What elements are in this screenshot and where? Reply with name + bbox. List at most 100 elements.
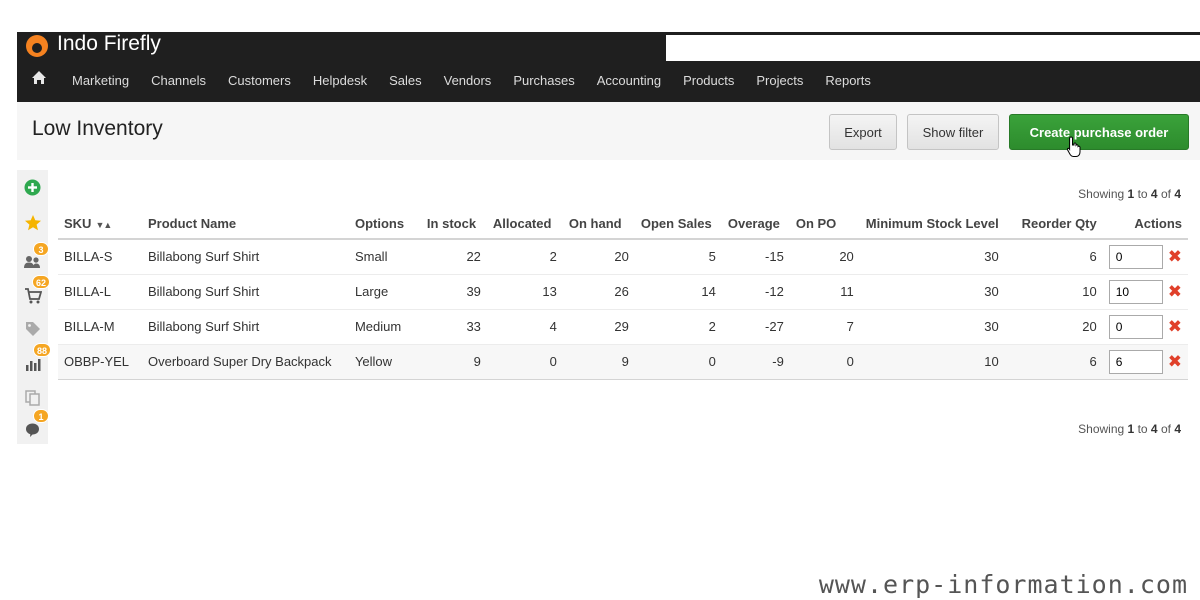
cell-actions: ✖ [1102, 239, 1188, 275]
cell-minimum-stock-level: 30 [859, 309, 1005, 345]
order-qty-input[interactable] [1108, 349, 1163, 374]
copy-icon [25, 390, 40, 406]
column-actions: Actions [1102, 208, 1188, 240]
cell-on-hand[interactable]: 29 [562, 309, 635, 345]
cart-icon [24, 288, 42, 304]
reports-badge: 88 [33, 343, 52, 357]
column-minimum-stock-level[interactable]: Minimum Stock Level [859, 208, 1005, 240]
cell-product-name[interactable]: Overboard Super Dry Backpack [141, 344, 349, 380]
order-qty-input[interactable] [1108, 279, 1163, 304]
cell-on-hand[interactable]: 9 [562, 344, 635, 380]
show-filter-button[interactable]: Show filter [907, 114, 999, 150]
cell-sku: BILLA-M [58, 309, 142, 345]
order-qty-input[interactable] [1108, 314, 1163, 339]
pagination-info-top: Showing 1 to 4 of 4 [1078, 187, 1181, 201]
sidebar-item-reports[interactable]: 88 [17, 343, 52, 379]
nav-products[interactable]: Products [672, 73, 745, 88]
cell-on-hand[interactable]: 26 [562, 274, 635, 310]
cell-in-stock[interactable]: 22 [420, 239, 487, 275]
watermark: www.erp-information.com [818, 570, 1188, 599]
sidebar-item-favorites[interactable] [17, 208, 48, 238]
cell-allocated[interactable]: 4 [486, 309, 563, 345]
nav-purchases[interactable]: Purchases [502, 73, 585, 88]
column-reorder-qty[interactable]: Reorder Qty [1004, 208, 1103, 240]
remove-icon[interactable]: ✖ [1168, 282, 1182, 301]
nav-helpdesk[interactable]: Helpdesk [302, 73, 378, 88]
column-overage[interactable]: Overage [721, 208, 790, 240]
table-row: OBBP-YEL Overboard Super Dry Backpack Ye… [58, 344, 1188, 380]
column-on-po[interactable]: On PO [789, 208, 860, 240]
cell-in-stock[interactable]: 39 [420, 274, 487, 310]
cell-on-po: 0 [789, 344, 860, 380]
remove-icon[interactable]: ✖ [1168, 352, 1182, 371]
cell-options: Large [348, 274, 421, 310]
cell-open-sales: 2 [634, 309, 722, 345]
cell-sku: BILLA-S [58, 239, 142, 275]
nav-accounting[interactable]: Accounting [586, 73, 672, 88]
column-in-stock[interactable]: In stock [420, 208, 487, 240]
users-badge: 3 [33, 242, 49, 256]
cell-options: Medium [348, 309, 421, 345]
inventory-table: SKU ▼▲ Product Name Options In stock Allo… [58, 208, 1188, 380]
cell-open-sales: 0 [634, 344, 722, 380]
chat-badge: 1 [33, 409, 49, 423]
nav-sales[interactable]: Sales [378, 73, 433, 88]
nav-customers[interactable]: Customers [217, 73, 302, 88]
app-bar: Indo Firefly Marketing Channels Customer… [17, 32, 1200, 102]
cell-overage: -15 [721, 239, 790, 275]
sidebar-item-tags[interactable] [17, 314, 48, 344]
cell-in-stock[interactable]: 33 [420, 309, 487, 345]
table-header-row: SKU ▼▲ Product Name Options In stock Allo… [58, 208, 1188, 240]
cell-product-name[interactable]: Billabong Surf Shirt [141, 239, 349, 275]
hand-cursor-icon [1066, 136, 1081, 157]
cell-on-hand[interactable]: 20 [562, 239, 635, 275]
cell-overage: -9 [721, 344, 790, 380]
nav-vendors[interactable]: Vendors [433, 73, 503, 88]
cell-reorder-qty: 20 [1004, 309, 1103, 345]
sidebar-item-users[interactable]: 3 [17, 242, 49, 276]
cell-reorder-qty: 6 [1004, 239, 1103, 275]
sidebar-item-cart[interactable]: 62 [17, 275, 51, 311]
chart-icon [25, 358, 40, 371]
cell-product-name[interactable]: Billabong Surf Shirt [141, 274, 349, 310]
cell-allocated[interactable]: 0 [486, 344, 563, 380]
cell-reorder-qty: 10 [1004, 274, 1103, 310]
cell-allocated[interactable]: 2 [486, 239, 563, 275]
cell-minimum-stock-level: 30 [859, 239, 1005, 275]
remove-icon[interactable]: ✖ [1168, 317, 1182, 336]
export-button[interactable]: Export [829, 114, 897, 150]
page-title: Low Inventory [32, 117, 163, 140]
cell-on-po: 20 [789, 239, 860, 275]
brand-name[interactable]: Indo Firefly [57, 32, 161, 56]
nav-channels[interactable]: Channels [140, 73, 217, 88]
chat-icon [26, 423, 39, 437]
cell-actions: ✖ [1102, 274, 1188, 310]
column-open-sales[interactable]: Open Sales [634, 208, 722, 240]
nav-projects[interactable]: Projects [745, 73, 814, 88]
cell-product-name[interactable]: Billabong Surf Shirt [141, 309, 349, 345]
cell-open-sales: 5 [634, 239, 722, 275]
sort-icon[interactable]: ▼▲ [95, 220, 112, 230]
remove-icon[interactable]: ✖ [1168, 247, 1182, 266]
cell-actions: ✖ [1102, 309, 1188, 345]
sidebar-item-chat[interactable]: 1 [17, 409, 49, 445]
column-sku[interactable]: SKU ▼▲ [58, 208, 142, 240]
cell-options: Yellow [348, 344, 421, 380]
sidebar-item-add[interactable] [17, 172, 48, 202]
nav-reports[interactable]: Reports [814, 73, 882, 88]
firefly-logo-icon[interactable] [26, 35, 48, 57]
search-input[interactable] [666, 35, 1200, 61]
cell-allocated[interactable]: 13 [486, 274, 563, 310]
cell-minimum-stock-level: 30 [859, 274, 1005, 310]
order-qty-input[interactable] [1108, 244, 1163, 269]
nav-marketing[interactable]: Marketing [61, 73, 140, 88]
cell-minimum-stock-level: 10 [859, 344, 1005, 380]
create-purchase-order-button[interactable]: Create purchase order [1009, 114, 1189, 150]
column-on-hand[interactable]: On hand [562, 208, 635, 240]
column-options[interactable]: Options [348, 208, 421, 240]
column-allocated[interactable]: Allocated [486, 208, 563, 240]
column-product-name[interactable]: Product Name [141, 208, 349, 240]
home-icon[interactable] [17, 70, 61, 90]
cell-in-stock[interactable]: 9 [420, 344, 487, 380]
table-row: BILLA-L Billabong Surf Shirt Large 39 13… [58, 274, 1188, 310]
